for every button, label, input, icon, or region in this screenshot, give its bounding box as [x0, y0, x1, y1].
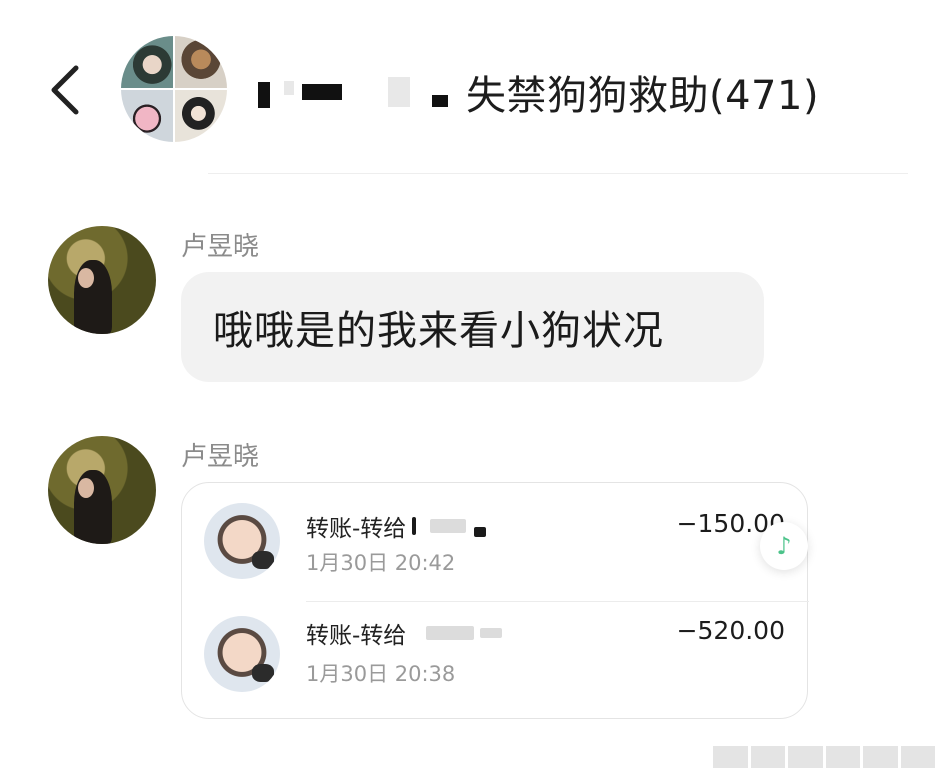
transfer-time: 1月30日 20:38: [306, 662, 456, 686]
recipient-avatar: [204, 616, 280, 692]
group-avatar[interactable]: [121, 36, 227, 142]
recipient-avatar: [204, 503, 280, 579]
group-avatar-tile: [121, 36, 173, 88]
music-floating-button[interactable]: ♪: [760, 522, 808, 570]
transfer-card[interactable]: 转账-转给 1月30日 20:42 −150.00 转账-转给 1月30日 20…: [181, 482, 809, 720]
group-avatar-tile: [175, 90, 227, 142]
chevron-left-icon: [51, 65, 79, 115]
chat-title[interactable]: 失禁狗狗救助(471): [258, 62, 819, 122]
redaction-mark: [302, 84, 342, 100]
transfer-amount: −520.00: [676, 616, 785, 645]
avatar-face: [78, 478, 94, 498]
avatar-face: [78, 268, 94, 288]
back-button[interactable]: [46, 60, 86, 120]
sender-avatar[interactable]: [48, 436, 156, 544]
watermark-bar: [863, 746, 898, 768]
sender-avatar[interactable]: [48, 226, 156, 334]
group-avatar-tile: [175, 36, 227, 88]
message-bubble[interactable]: 哦哦是的我来看小狗状况: [181, 272, 764, 382]
transfer-label-text: 转账-转给: [306, 623, 407, 649]
transfer-label: 转账-转给: [306, 509, 487, 543]
watermark-bar: [713, 746, 748, 768]
transfer-row[interactable]: 转账-转给 1月30日 20:38 −520.00: [182, 602, 809, 720]
group-title: 失禁狗狗救助(471): [466, 73, 820, 119]
sender-name: 卢昱晓: [181, 232, 260, 262]
redaction-mark: [284, 81, 294, 95]
redaction-mark: [388, 77, 410, 107]
group-avatar-tile: [121, 90, 173, 142]
chat-header: 失禁狗狗救助(471): [0, 0, 945, 175]
transfer-row[interactable]: 转账-转给 1月30日 20:42 −150.00: [182, 483, 809, 601]
message-text: 哦哦是的我来看小狗状况: [213, 308, 664, 354]
redaction-mark: [258, 82, 270, 108]
transfer-time: 1月30日 20:42: [306, 551, 456, 575]
redaction-mark: [412, 517, 417, 535]
watermark-bar: [900, 746, 935, 768]
transfer-label: 转账-转给: [306, 616, 503, 650]
music-note-icon: ♪: [776, 532, 792, 560]
watermark-bar: [788, 746, 823, 768]
watermark-bar: [825, 746, 860, 768]
redaction-mark: [474, 527, 487, 537]
redaction-mark: [432, 95, 448, 107]
transfer-label-text: 转账-转给: [306, 516, 407, 542]
redaction-mark: [430, 519, 467, 533]
watermark: [713, 746, 935, 768]
redaction-mark: [480, 628, 503, 638]
watermark-bar: [750, 746, 785, 768]
sender-name: 卢昱晓: [181, 442, 260, 472]
avatar-detail: [252, 551, 274, 569]
redaction-mark: [426, 626, 475, 640]
header-divider: [208, 173, 908, 174]
avatar-detail: [252, 664, 274, 682]
